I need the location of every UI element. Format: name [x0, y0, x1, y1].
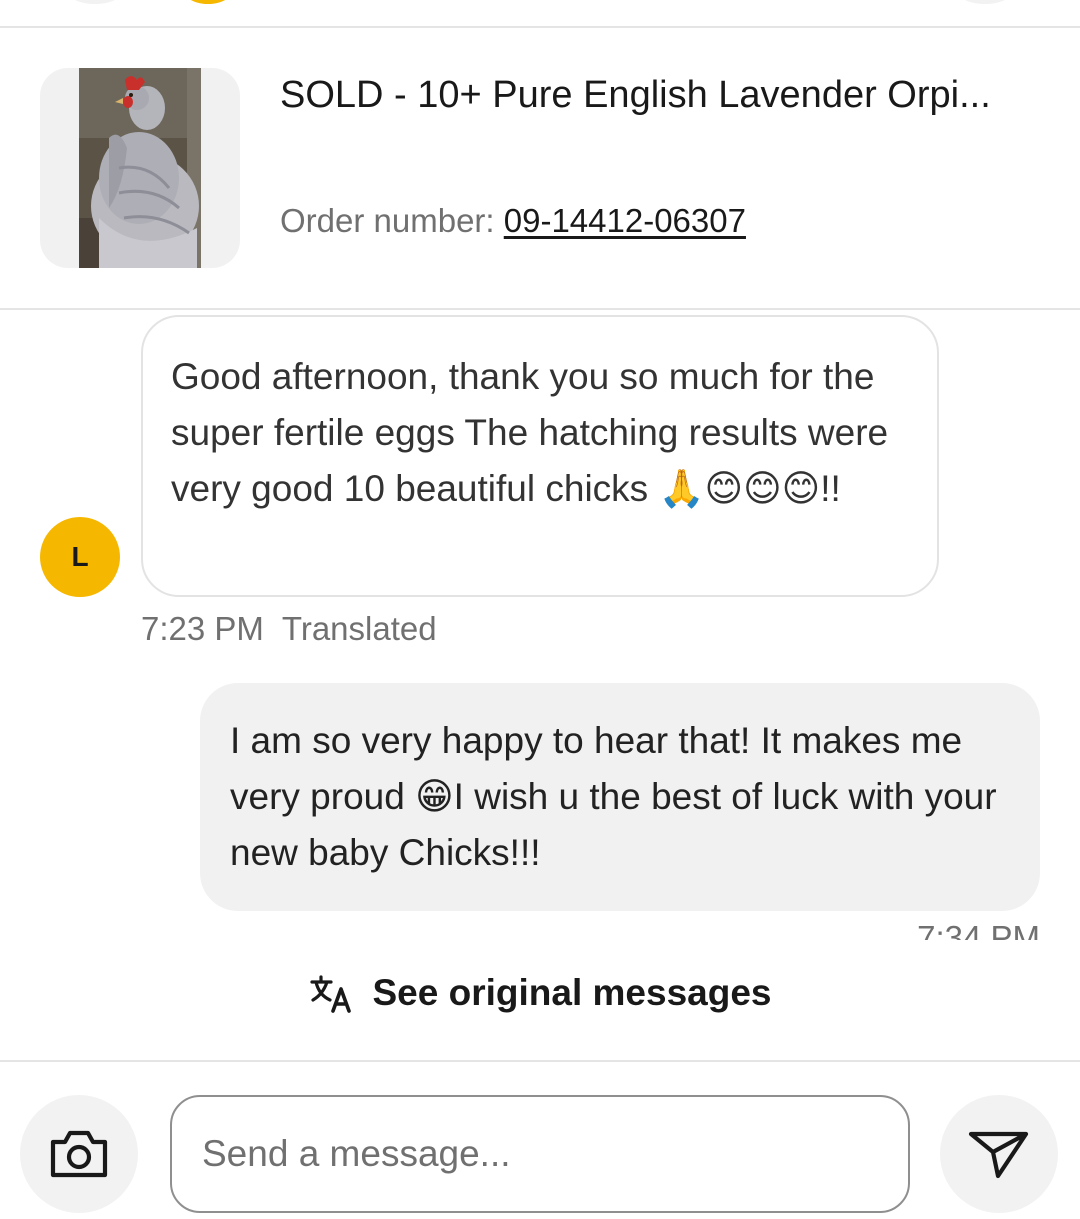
outgoing-message-time: 7:34 PM: [917, 919, 1040, 940]
camera-button[interactable]: [20, 1095, 138, 1213]
listing-thumbnail[interactable]: [40, 68, 240, 268]
order-number-row: Order number: 09-14412-06307: [280, 202, 746, 240]
outgoing-message-text: I am so very happy to hear that! It make…: [230, 720, 997, 873]
avatar-letter: L: [71, 541, 89, 572]
message-composer: [0, 1060, 1080, 1219]
send-button[interactable]: [940, 1095, 1058, 1213]
outgoing-message-bubble: I am so very happy to hear that! It make…: [200, 683, 1040, 911]
incoming-message-bubble: Good afternoon, thank you so much for th…: [141, 315, 939, 597]
nav-button-remnant[interactable]: [950, 0, 1020, 4]
top-nav-remnant: [0, 0, 1080, 28]
nav-button-remnant[interactable]: [60, 0, 130, 4]
order-number-link[interactable]: 09-14412-06307: [504, 202, 746, 239]
listing-header[interactable]: SOLD - 10+ Pure English Lavender Orpi...…: [0, 28, 1080, 310]
see-original-messages-button[interactable]: See original messages: [0, 972, 1080, 1014]
translated-label: Translated: [281, 610, 437, 647]
see-original-messages-label: See original messages: [372, 972, 772, 1013]
message-input[interactable]: [170, 1095, 910, 1213]
order-number-label: Order number:: [280, 202, 504, 239]
send-icon: [968, 1131, 1029, 1179]
incoming-message-time: 7:23 PM: [141, 610, 264, 647]
incoming-message-text: Good afternoon, thank you so much for th…: [171, 356, 889, 509]
listing-title[interactable]: SOLD - 10+ Pure English Lavender Orpi...: [280, 74, 1050, 117]
incoming-message-meta: 7:23 PM Translated: [141, 610, 437, 648]
nav-avatar-remnant[interactable]: [178, 0, 238, 4]
lavender-orpington-hen-photo: [79, 68, 201, 268]
avatar[interactable]: L: [40, 517, 120, 597]
translate-icon: [309, 975, 351, 1013]
camera-icon: [50, 1130, 108, 1178]
